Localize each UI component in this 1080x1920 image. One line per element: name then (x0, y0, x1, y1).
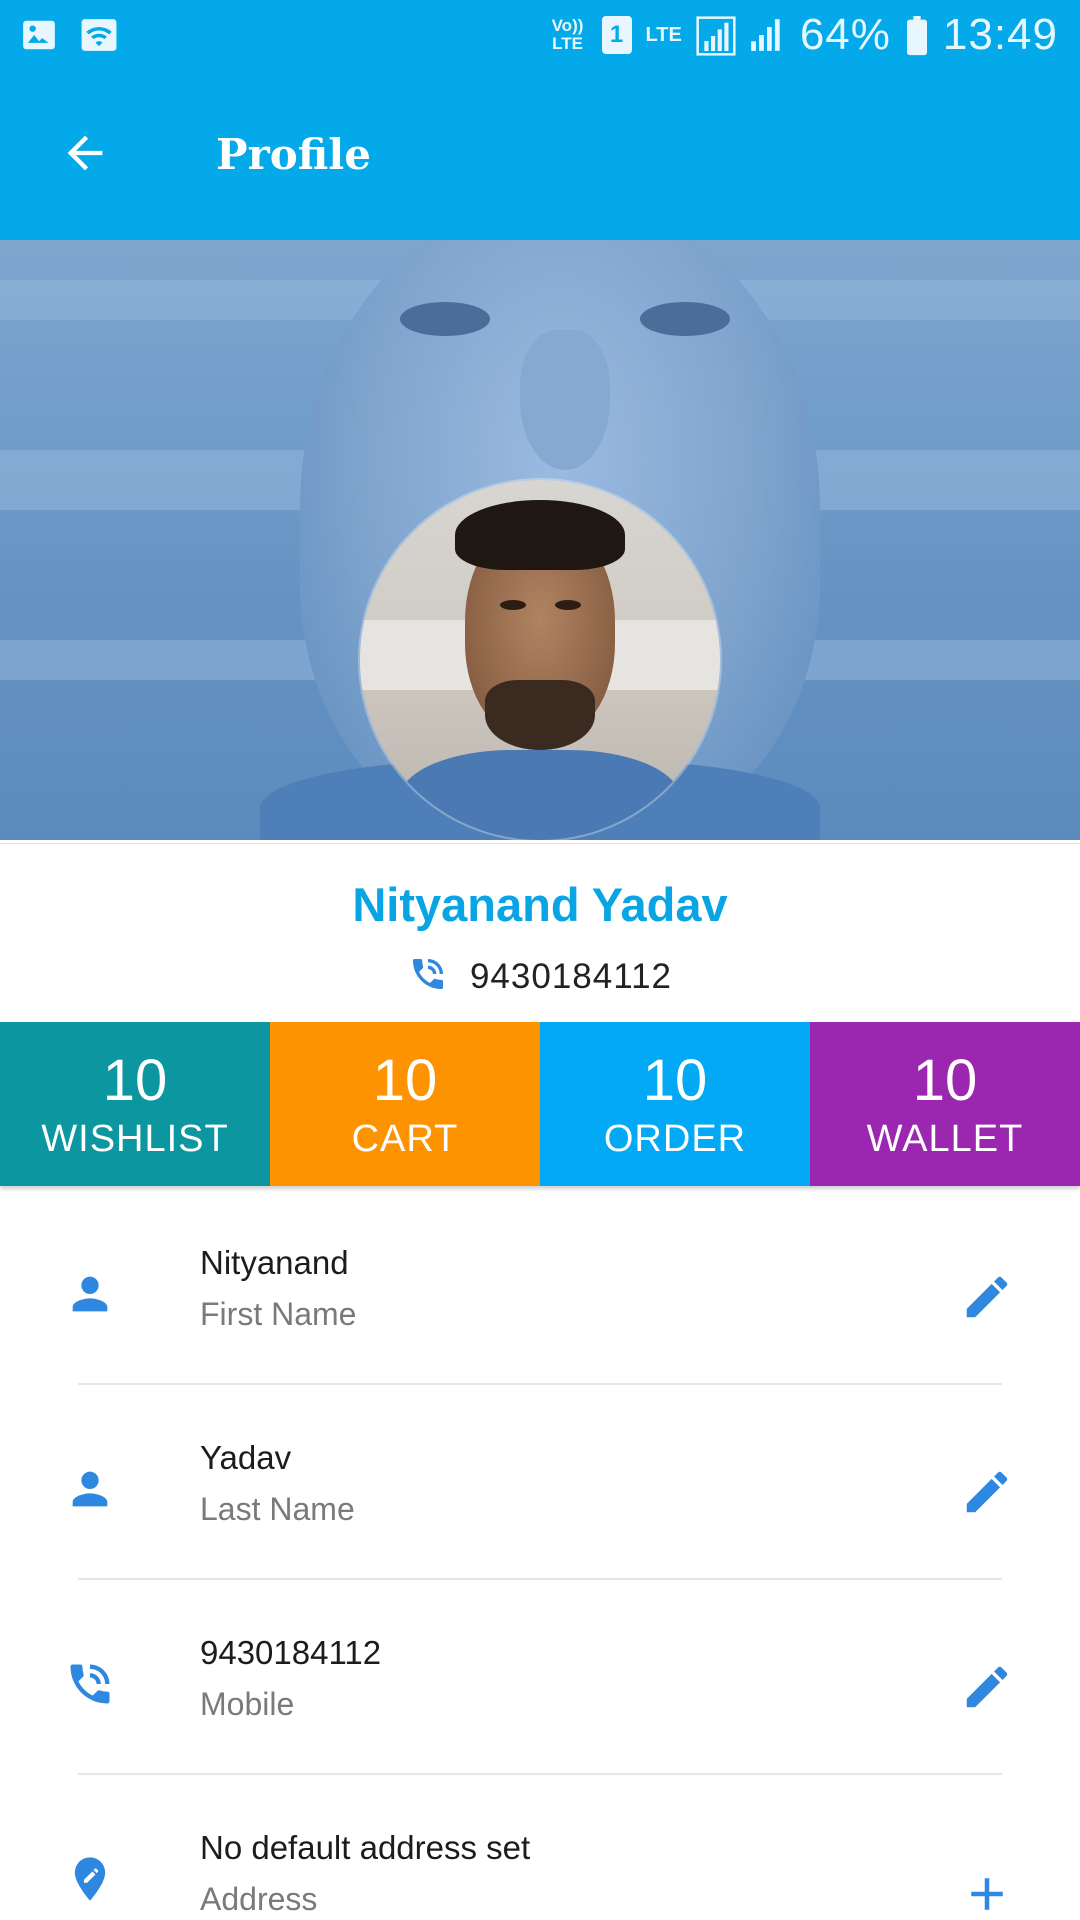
field-first-name: Nityanand First Name (0, 1190, 1080, 1385)
lte-indicator: LTE (645, 24, 682, 46)
field-value: Yadav (200, 1439, 292, 1476)
add-address-button[interactable] (958, 1867, 1016, 1920)
app-bar: Profile (0, 72, 1080, 240)
field-label: Last Name (200, 1491, 355, 1527)
user-name: Nityanand Yadav (352, 878, 728, 931)
profile-fields-list: Nityanand First Name Yadav Last Name 943… (0, 1190, 1080, 1920)
edit-icon (960, 1270, 1014, 1329)
edit-icon (960, 1465, 1014, 1524)
field-label: Mobile (200, 1686, 295, 1722)
stat-value: 10 (102, 1047, 168, 1113)
gallery-icon (20, 16, 58, 54)
field-last-name: Yadav Last Name (0, 1385, 1080, 1580)
person-icon (62, 1266, 118, 1322)
phone-number: 9430184112 (469, 956, 673, 996)
phone-icon (408, 954, 448, 999)
field-mobile: 9430184112 Mobile (0, 1580, 1080, 1775)
stat-label: CART (351, 1117, 459, 1160)
field-value: No default address set (200, 1829, 531, 1866)
avatar[interactable] (360, 480, 720, 840)
edit-icon (960, 1660, 1014, 1719)
signal-icon (748, 16, 786, 54)
field-address: No default address set Address (0, 1775, 1080, 1920)
edit-last-name-button[interactable] (958, 1465, 1016, 1523)
stat-cart[interactable]: 10 CART (270, 1022, 540, 1186)
stat-wishlist[interactable]: 10 WISHLIST (0, 1022, 270, 1186)
field-label: First Name (200, 1296, 357, 1332)
sim-indicator: 1 (601, 16, 632, 54)
stat-label: WALLET (866, 1117, 1024, 1160)
battery-icon (905, 16, 929, 56)
signal-roaming-icon (696, 16, 736, 56)
stat-value: 10 (912, 1047, 978, 1113)
person-icon (62, 1461, 118, 1517)
field-label: Address (200, 1881, 318, 1917)
edit-first-name-button[interactable] (958, 1270, 1016, 1328)
edit-mobile-button[interactable] (958, 1660, 1016, 1718)
stat-label: ORDER (603, 1117, 747, 1160)
stat-value: 10 (372, 1047, 438, 1113)
stat-wallet[interactable]: 10 WALLET (810, 1022, 1080, 1186)
field-value: 9430184112 (200, 1634, 382, 1671)
add-icon (960, 1867, 1014, 1920)
wifi-icon (80, 16, 118, 54)
clock: 13:49 (942, 10, 1058, 59)
phone-icon (62, 1656, 118, 1712)
stats-bar: 10 WISHLIST 10 CART 10 ORDER 10 WALLET (0, 1022, 1080, 1186)
volte-indicator: Vo)) LTE (551, 16, 584, 53)
page-title: Profile (216, 130, 371, 179)
battery-percent: 64% (799, 10, 891, 59)
profile-summary-card: Nityanand Yadav 9430184112 (0, 843, 1080, 1023)
phone-line: 9430184112 (0, 954, 1080, 999)
stat-order[interactable]: 10 ORDER (540, 1022, 810, 1186)
arrow-left-icon (59, 127, 111, 184)
stat-value: 10 (642, 1047, 708, 1113)
stat-label: WISHLIST (41, 1117, 229, 1160)
back-button[interactable] (50, 120, 120, 190)
status-bar: Vo)) LTE 1 LTE 64% 13:49 (0, 0, 1080, 72)
field-value: Nityanand (200, 1244, 349, 1281)
location-pin-icon (62, 1851, 118, 1907)
